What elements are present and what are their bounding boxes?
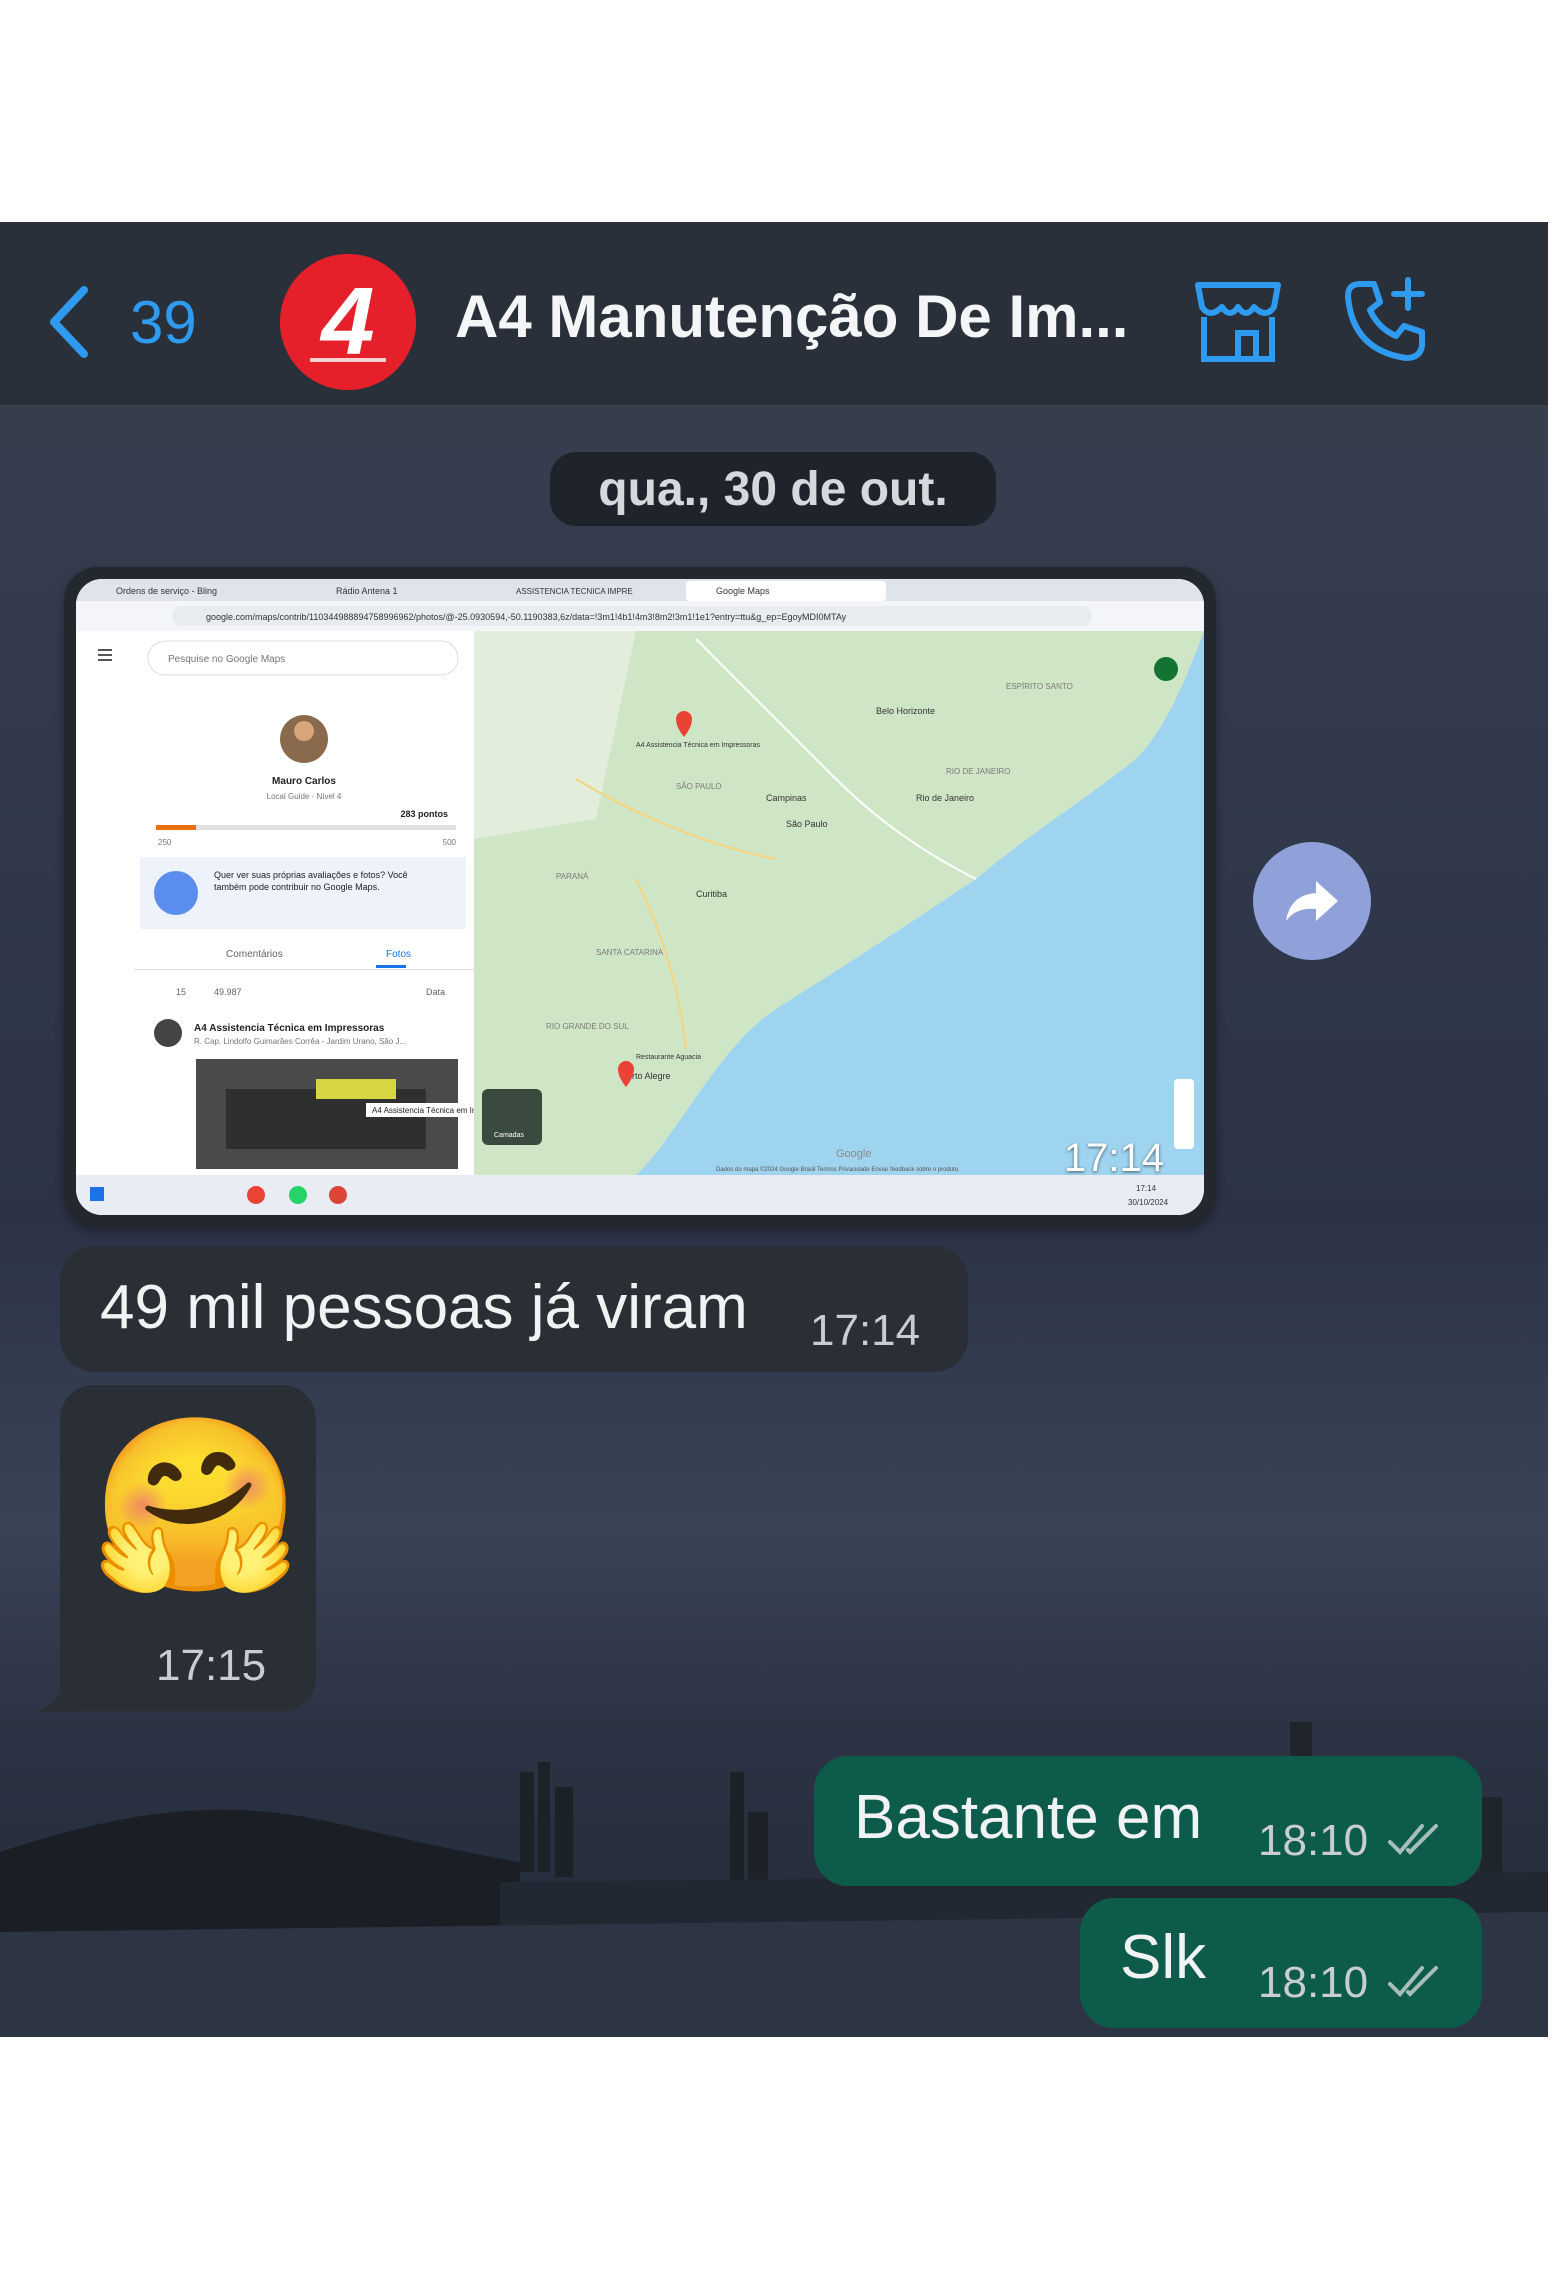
message-time: 17:14 xyxy=(1063,1136,1164,1180)
outgoing-message-bubble[interactable]: Slk 18:10 xyxy=(1080,1898,1482,2028)
chat-header: 39 4 A4 Manutenção De Im... xyxy=(0,222,1548,407)
svg-text:Campinas: Campinas xyxy=(766,793,807,803)
svg-text:Google: Google xyxy=(836,1148,871,1160)
read-receipt-icon xyxy=(1388,1966,1438,1997)
bottom-margin xyxy=(0,2037,1563,2278)
svg-text:Mauro Carlos: Mauro Carlos xyxy=(272,776,336,787)
svg-text:Comentários: Comentários xyxy=(226,949,283,960)
read-receipt-icon xyxy=(1388,1824,1438,1855)
svg-text:Dados do mapa ©2024 Google B: Dados do mapa ©2024 Google Brasil Termos… xyxy=(716,1166,959,1173)
message-text: Bastante em xyxy=(854,1783,1203,1852)
svg-text:Google Maps: Google Maps xyxy=(716,586,770,596)
incoming-message-bubble[interactable]: 49 mil pessoas já viram 17:14 xyxy=(60,1246,968,1372)
svg-text:250: 250 xyxy=(158,838,172,847)
svg-text:SANTA CATARINA: SANTA CATARINA xyxy=(596,948,664,957)
svg-text:Restaurante Aguacia: Restaurante Aguacia xyxy=(636,1054,701,1061)
svg-text:Curitiba: Curitiba xyxy=(696,889,727,899)
a4-logo-icon: 4 xyxy=(280,254,416,390)
message-time: 17:14 xyxy=(810,1306,921,1355)
hugging-face-emoji: 🤗 xyxy=(90,1411,302,1601)
svg-text:Pesquise no Google Maps: Pesquise no Google Maps xyxy=(168,654,285,665)
message-text: 49 mil pessoas já viram xyxy=(100,1273,748,1342)
svg-text:30/10/2024: 30/10/2024 xyxy=(1128,1198,1169,1207)
message-time: 18:10 xyxy=(1258,1958,1369,2007)
svg-text:Ordens de serviço - Bling: Ordens de serviço - Bling xyxy=(116,586,217,596)
message-time: 17:15 xyxy=(156,1641,267,1690)
svg-text:R. Cap. Lindolfo Guimarães Cor: R. Cap. Lindolfo Guimarães Corrêa - Jard… xyxy=(194,1037,406,1046)
message-text: Slk xyxy=(1120,1923,1207,1992)
contact-name[interactable]: A4 Manutenção De Im... xyxy=(455,282,1145,351)
svg-text:Belo Horizonte: Belo Horizonte xyxy=(876,706,935,716)
forward-arrow-icon xyxy=(1286,881,1338,921)
svg-text:Rádio Antena 1: Rádio Antena 1 xyxy=(336,586,398,596)
svg-text:ESPÍRITO SANTO: ESPÍRITO SANTO xyxy=(1006,682,1073,691)
svg-text:Rio de Janeiro: Rio de Janeiro xyxy=(916,793,974,803)
svg-text:Camadas: Camadas xyxy=(494,1132,524,1139)
add-call-icon[interactable] xyxy=(1342,274,1434,366)
svg-text:PARANÁ: PARANÁ xyxy=(556,872,589,881)
svg-text:SÃO PAULO: SÃO PAULO xyxy=(676,782,722,791)
outgoing-message-bubble[interactable]: Bastante em 18:10 xyxy=(814,1756,1482,1886)
svg-text:283 pontos: 283 pontos xyxy=(400,809,448,819)
svg-text:17:14: 17:14 xyxy=(1136,1184,1157,1193)
bubble-tail xyxy=(36,1680,76,1712)
svg-text:Fotos: Fotos xyxy=(386,949,411,960)
svg-text:A4 Assistencia Técnica em Impr: A4 Assistencia Técnica em Impressoras xyxy=(636,742,760,749)
svg-text:Local Guide · Nível 4: Local Guide · Nível 4 xyxy=(267,792,342,801)
date-separator: qua., 30 de out. xyxy=(550,452,996,526)
svg-text:google.com/maps/contrib/110344: google.com/maps/contrib/1103449888947589… xyxy=(206,612,847,622)
image-message-bubble[interactable]: Ordens de serviço - Bling Rádio Antena 1… xyxy=(64,567,1216,1227)
browser-screenshot: Ordens de serviço - Bling Rádio Antena 1… xyxy=(76,579,1204,1215)
store-icon[interactable] xyxy=(1192,277,1284,365)
unread-count[interactable]: 39 xyxy=(130,288,197,357)
contact-avatar[interactable]: 4 xyxy=(280,254,416,390)
back-chevron-icon[interactable] xyxy=(40,282,100,362)
message-time: 18:10 xyxy=(1258,1816,1369,1865)
svg-text:A4 Assistencia Técnica em Impr: A4 Assistencia Técnica em Impressoras xyxy=(194,1023,385,1034)
chat-window: 39 4 A4 Manutenção De Im... qua., 30 de … xyxy=(0,222,1548,2037)
svg-text:RIO DE JANEIRO: RIO DE JANEIRO xyxy=(946,767,1010,776)
shared-screenshot-image[interactable]: Ordens de serviço - Bling Rádio Antena 1… xyxy=(76,579,1204,1215)
svg-text:Data: Data xyxy=(426,987,445,997)
svg-text:RIO GRANDE DO SUL: RIO GRANDE DO SUL xyxy=(546,1022,629,1031)
forward-button[interactable] xyxy=(1253,842,1371,960)
svg-text:500: 500 xyxy=(443,838,457,847)
svg-text:15: 15 xyxy=(176,987,186,997)
svg-text:49.987: 49.987 xyxy=(214,987,242,997)
svg-text:ASSISTENCIA TECNICA IMPRE: ASSISTENCIA TECNICA IMPRE xyxy=(516,587,633,596)
svg-text:São Paulo: São Paulo xyxy=(786,819,828,829)
incoming-emoji-bubble[interactable]: 🤗 17:15 xyxy=(60,1385,316,1711)
